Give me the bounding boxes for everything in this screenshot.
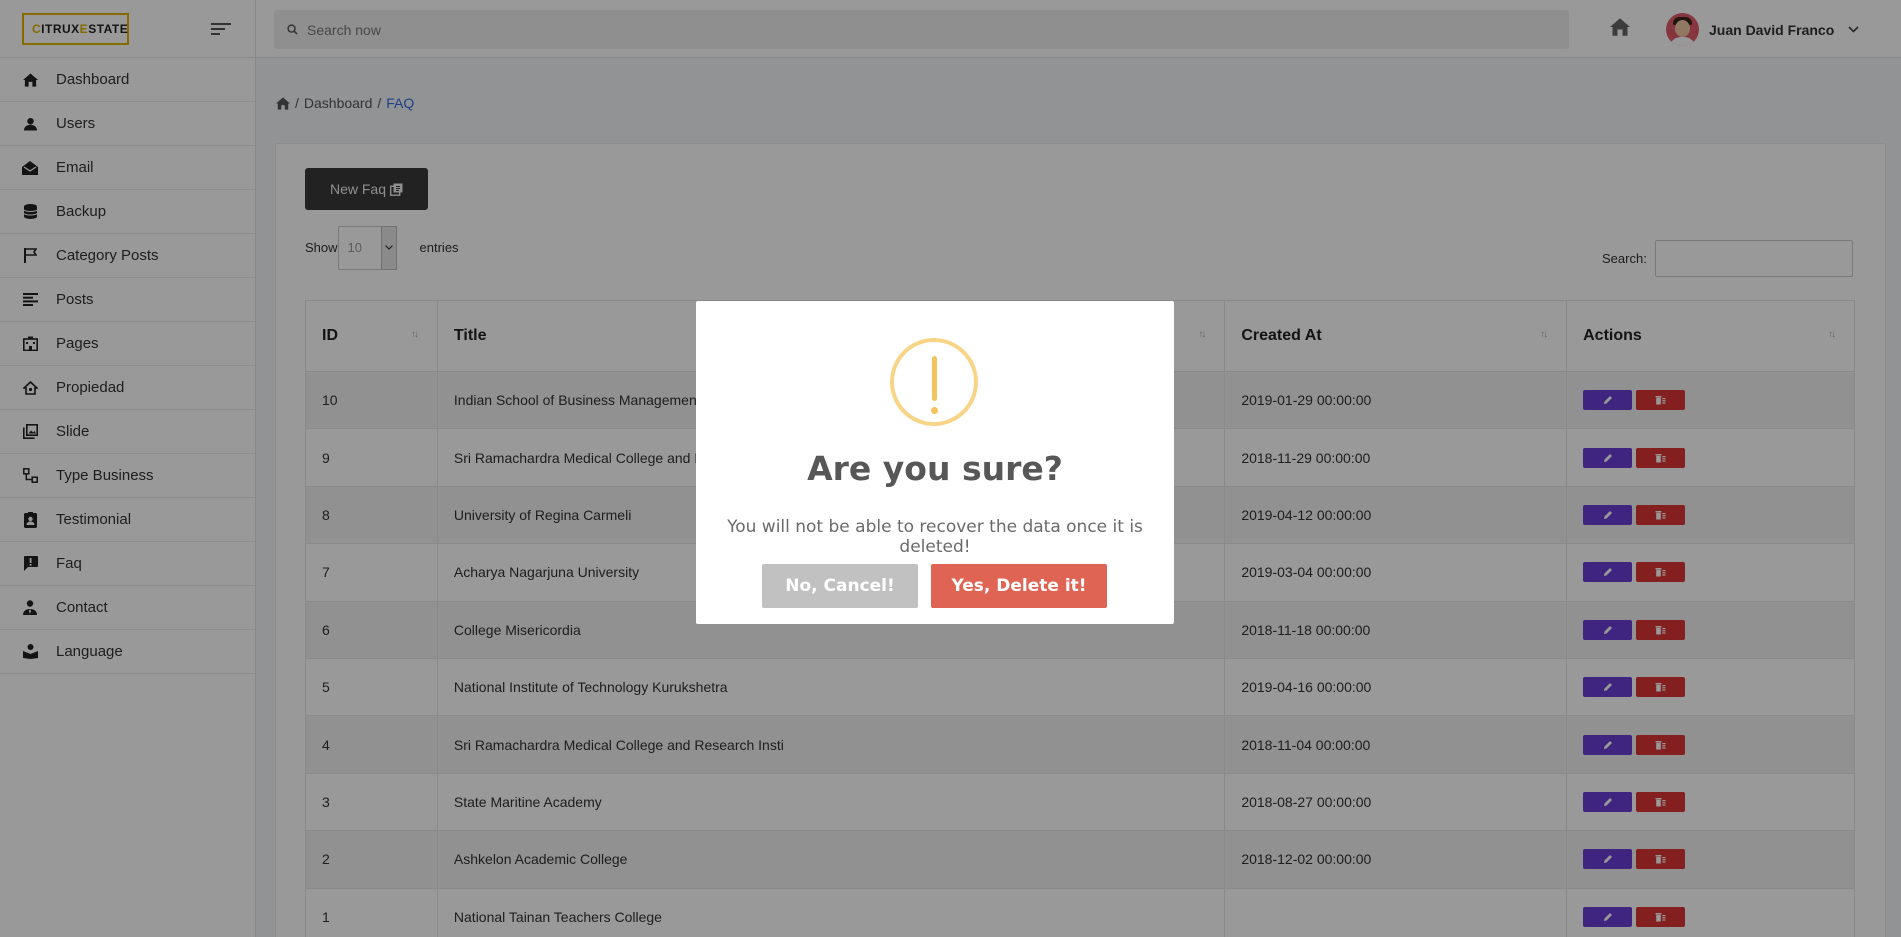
warning-exclamation-icon	[890, 338, 978, 426]
cancel-button[interactable]: No, Cancel!	[762, 564, 918, 608]
confirm-delete-button[interactable]: Yes, Delete it!	[931, 564, 1107, 608]
dialog-title: Are you sure?	[807, 449, 1063, 488]
confirm-dialog: Are you sure? You will not be able to re…	[696, 301, 1174, 624]
dialog-message: You will not be able to recover the data…	[727, 517, 1143, 557]
